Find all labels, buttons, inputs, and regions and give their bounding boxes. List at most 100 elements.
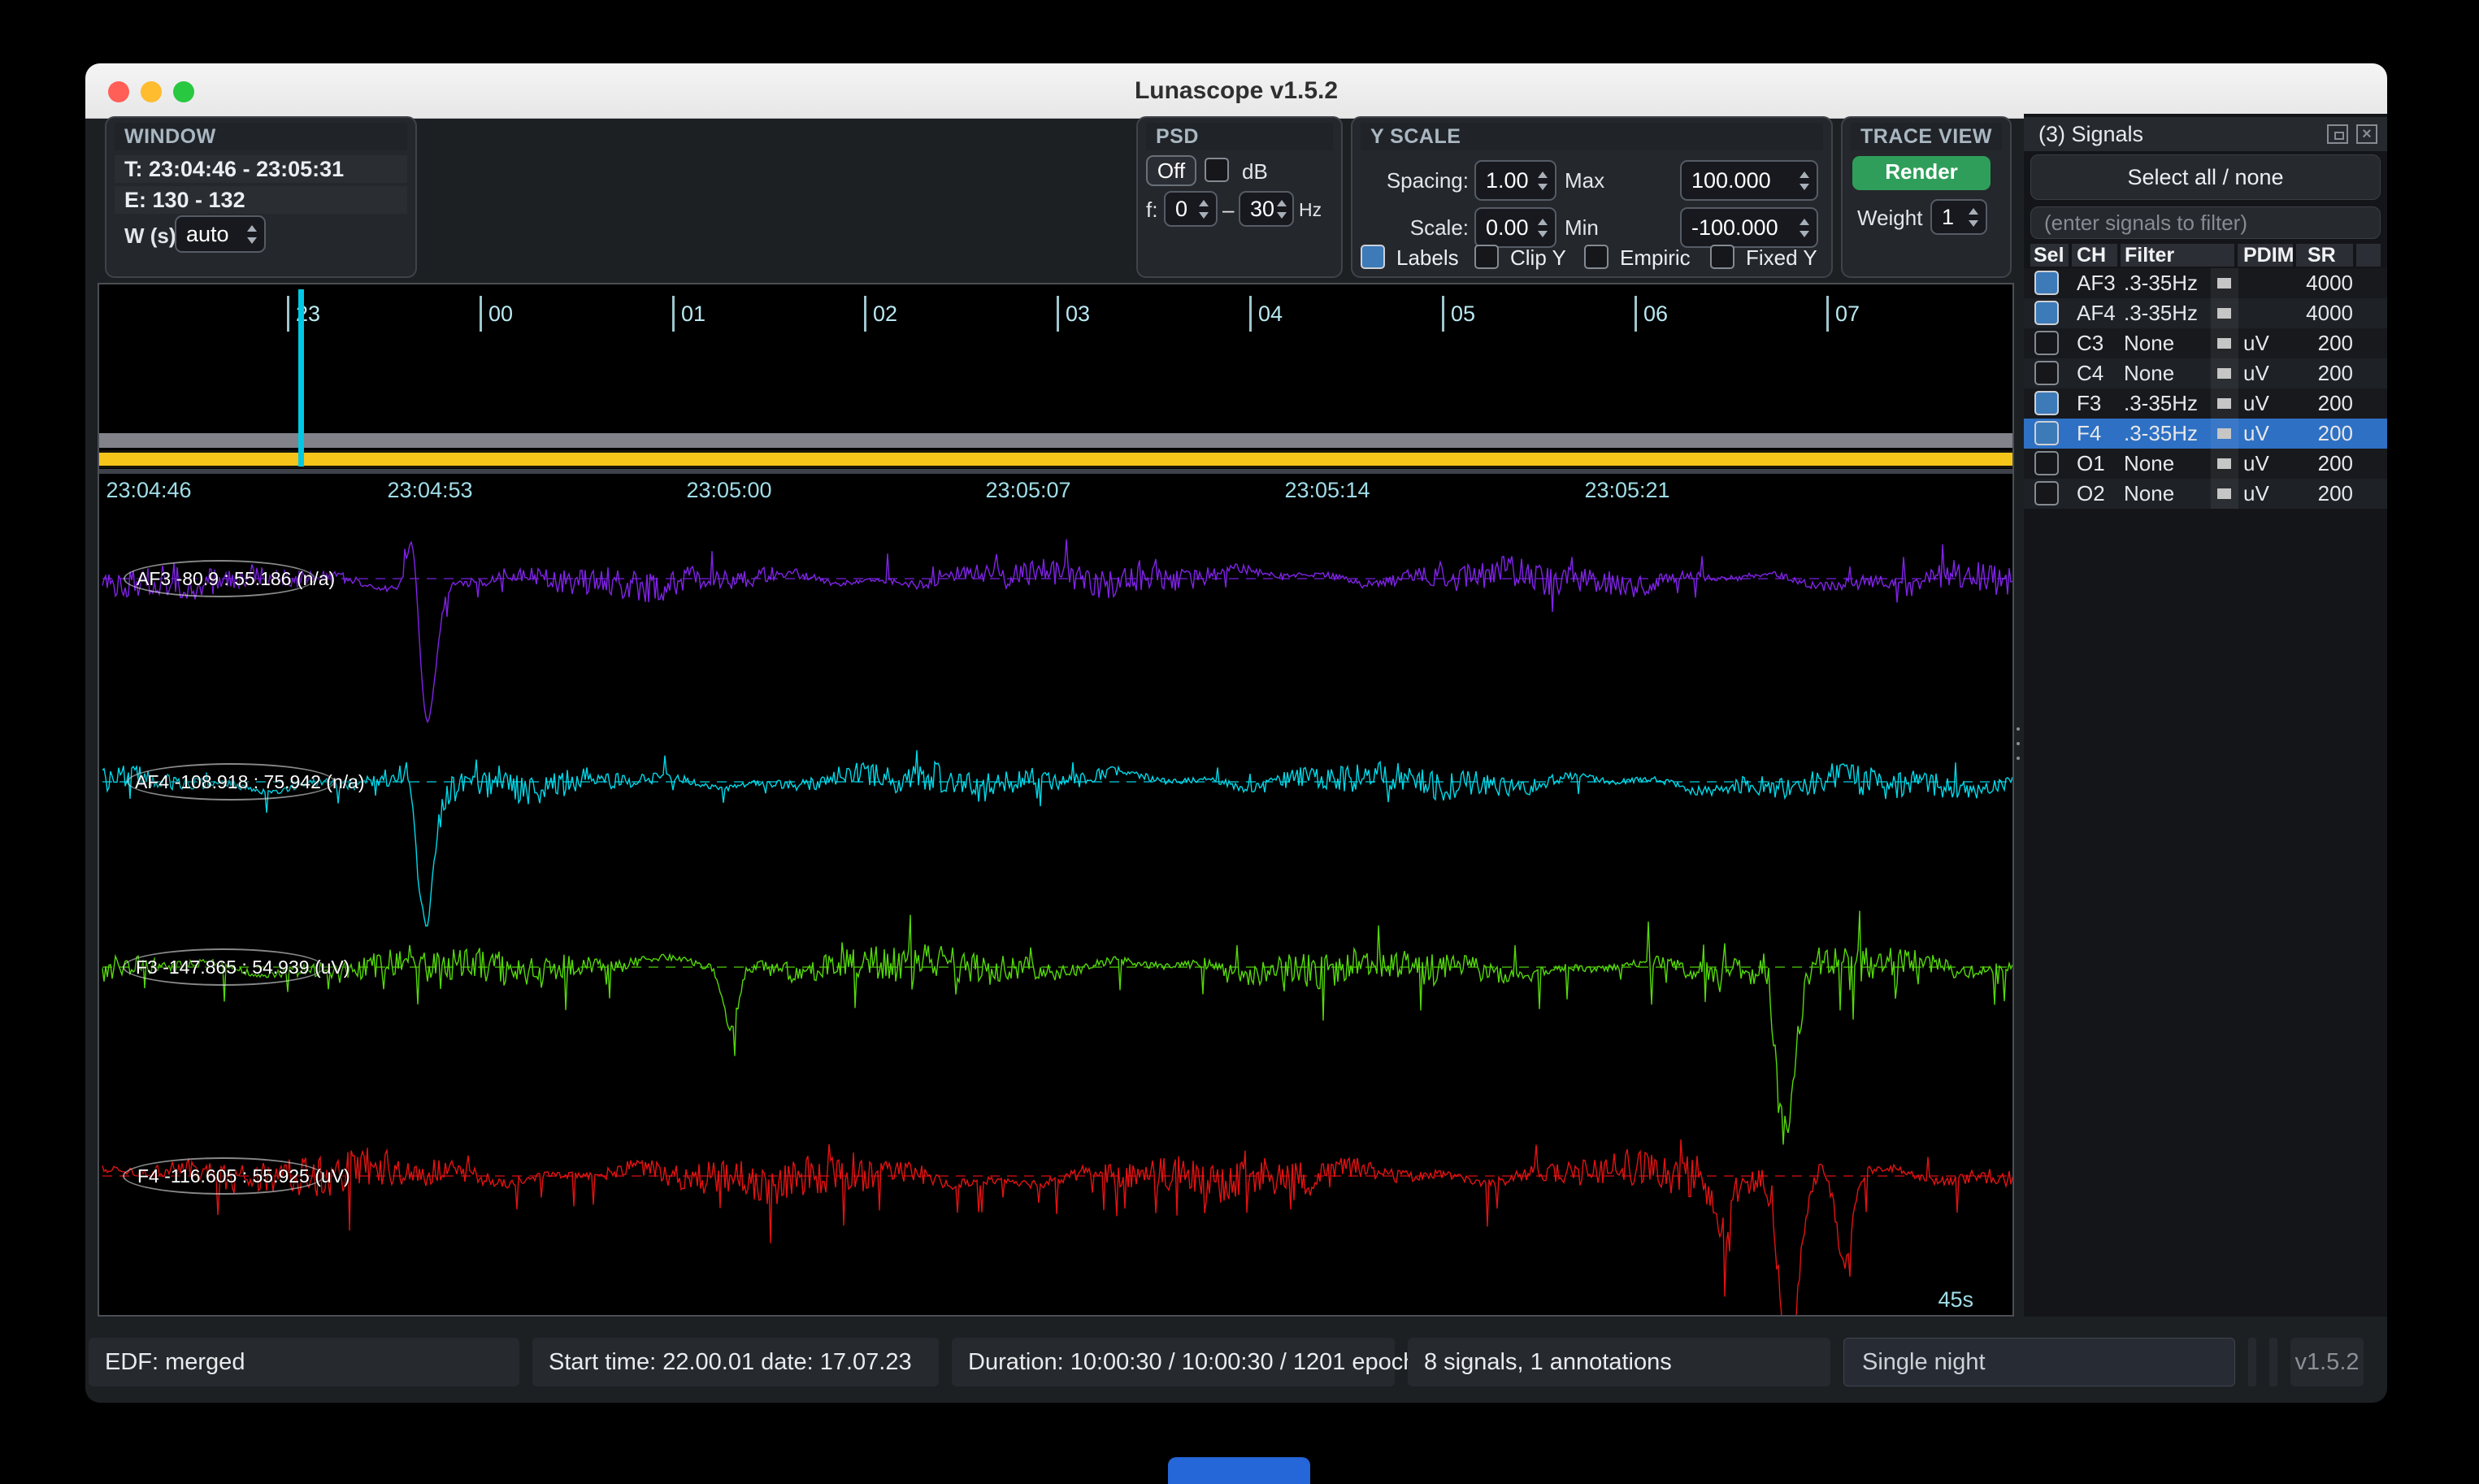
spin-up-icon[interactable] xyxy=(1277,199,1287,206)
window-seconds-spinner[interactable]: auto xyxy=(175,215,266,253)
signal-samplerate-cell: 200 xyxy=(2317,451,2353,475)
column-header-filter[interactable]: Filter xyxy=(2121,244,2234,267)
min-spinner[interactable]: -100.000 xyxy=(1680,207,1818,248)
signal-row[interactable]: AF4 .3-35Hz 4000 xyxy=(2024,298,2387,328)
swatch-column-band xyxy=(2211,298,2238,328)
max-spinner[interactable]: 100.000 xyxy=(1680,160,1818,201)
trace-label-text: AF4 -108.918 : 75.942 (n/a) xyxy=(135,771,365,792)
signal-trace-af4 xyxy=(102,750,2012,927)
psd-freq-label: f: xyxy=(1146,197,1158,222)
psd-off-button[interactable]: Off xyxy=(1146,155,1196,186)
signal-select-checkbox[interactable] xyxy=(2034,331,2059,355)
fixed-y-checkbox[interactable] xyxy=(1710,245,1734,269)
render-button[interactable]: Render xyxy=(1852,156,1991,190)
column-header-sel[interactable]: Sel xyxy=(2030,244,2069,267)
swatch-column-band xyxy=(2211,388,2238,419)
max-value: 100.000 xyxy=(1691,167,1771,193)
signal-select-checkbox[interactable] xyxy=(2034,271,2059,295)
signal-row[interactable]: O1 None uV 200 xyxy=(2024,449,2387,479)
signal-row[interactable]: C4 None uV 200 xyxy=(2024,358,2387,388)
trace-color-swatch xyxy=(2217,338,2231,349)
signal-select-checkbox[interactable] xyxy=(2034,421,2059,445)
spinner-buttons xyxy=(243,224,264,244)
spin-down-icon[interactable] xyxy=(1199,211,1209,219)
swatch-column-band xyxy=(2211,268,2238,298)
night-selector-dropdown[interactable]: Single night xyxy=(1843,1338,2235,1386)
spacing-spinner[interactable]: 1.00 xyxy=(1474,160,1556,201)
signal-select-checkbox[interactable] xyxy=(2034,361,2059,385)
splitter-handle[interactable] xyxy=(2015,727,2021,760)
spin-down-icon[interactable] xyxy=(247,236,257,244)
spin-down-icon[interactable] xyxy=(1538,230,1548,237)
spinner-buttons xyxy=(1795,218,1817,237)
psd-freq-min-value: 0 xyxy=(1175,196,1188,221)
spin-down-icon[interactable] xyxy=(1969,219,1978,227)
signals-filter-input[interactable] xyxy=(2030,206,2381,239)
yscale-panel-header: Y SCALE xyxy=(1361,123,1823,150)
signals-panel: (3) Signals × Select all / none Sel CH F… xyxy=(2024,114,2387,1317)
spin-up-icon[interactable] xyxy=(1538,218,1548,225)
spin-up-icon[interactable] xyxy=(1199,199,1209,206)
spin-up-icon[interactable] xyxy=(1800,218,1809,225)
signal-channel-cell: C3 xyxy=(2077,331,2104,355)
weight-value: 1 xyxy=(1942,204,1955,229)
labels-checkbox[interactable] xyxy=(1361,245,1385,269)
scale-spinner[interactable]: 0.00 xyxy=(1474,207,1556,248)
version-badge: v1.5.2 xyxy=(2290,1338,2364,1386)
column-header-pdim[interactable]: PDIM xyxy=(2238,244,2294,267)
signal-trace-f3 xyxy=(102,910,2012,1145)
spin-down-icon[interactable] xyxy=(1800,183,1809,190)
column-header-ch[interactable]: CH xyxy=(2072,244,2117,267)
psd-freq-max-spinner[interactable]: 30 xyxy=(1239,191,1294,227)
psd-freq-min-spinner[interactable]: 0 xyxy=(1164,191,1218,227)
float-panel-inner xyxy=(2334,132,2344,140)
spin-down-icon[interactable] xyxy=(1277,211,1287,219)
signal-filter-cell: None xyxy=(2124,361,2175,385)
signal-samplerate-cell: 200 xyxy=(2317,361,2353,385)
spin-up-icon[interactable] xyxy=(1969,207,1978,215)
checkbox-label: Labels xyxy=(1396,245,1459,270)
swatch-column-band xyxy=(2211,328,2238,358)
status-separator xyxy=(2248,1338,2256,1386)
signal-row[interactable]: O2 None uV 200 xyxy=(2024,479,2387,509)
signal-row[interactable]: F3 .3-35Hz uV 200 xyxy=(2024,388,2387,419)
signal-row[interactable]: F4 .3-35Hz uV 200 xyxy=(2024,419,2387,449)
signal-row[interactable]: AF3 .3-35Hz 4000 xyxy=(2024,268,2387,298)
window-epoch-range: E: 130 - 132 xyxy=(115,186,407,214)
trace-label-text: F3 -147.865 : 54.939 (uV) xyxy=(136,957,350,978)
checkbox-label: Fixed Y xyxy=(1746,245,1817,270)
float-panel-icon[interactable] xyxy=(2327,124,2348,144)
spin-down-icon[interactable] xyxy=(1800,230,1809,237)
signal-channel-cell: C4 xyxy=(2077,361,2104,385)
psd-db-checkbox[interactable] xyxy=(1205,158,1229,182)
status-text: 8 signals, 1 annotations xyxy=(1424,1348,1672,1375)
signal-samplerate-cell: 200 xyxy=(2317,421,2353,445)
signal-select-checkbox[interactable] xyxy=(2034,451,2059,475)
window-length-badge: 45s xyxy=(1938,1287,1973,1312)
weight-spinner[interactable]: 1 xyxy=(1930,199,1987,235)
swatch-column-band xyxy=(2211,479,2238,509)
signal-select-checkbox[interactable] xyxy=(2034,481,2059,506)
signal-channel-cell: AF3 xyxy=(2077,271,2116,295)
signal-filter-cell: .3-35Hz xyxy=(2124,421,2199,445)
signal-row[interactable]: C3 None uV 200 xyxy=(2024,328,2387,358)
signal-select-checkbox[interactable] xyxy=(2034,301,2059,325)
close-panel-icon[interactable]: × xyxy=(2356,124,2377,144)
status-text: Start time: 22.00.01 date: 17.07.23 xyxy=(549,1348,912,1375)
spin-down-icon[interactable] xyxy=(1538,183,1548,190)
column-header-sr[interactable]: SR xyxy=(2296,244,2353,267)
spin-up-icon[interactable] xyxy=(1800,171,1809,178)
trace-chart-area[interactable]: 23 00 01 02 03 04 05 06 07 23:04:46 23:04:53 23:05… xyxy=(98,283,2014,1317)
dock-icon[interactable] xyxy=(1168,1457,1310,1484)
window-panel: WINDOW T: 23:04:46 - 23:05:31 E: 130 - 1… xyxy=(105,116,417,278)
signal-filter-cell: None xyxy=(2124,331,2175,355)
clip-y-checkbox[interactable] xyxy=(1474,245,1499,269)
spinner-buttons xyxy=(1965,207,1986,227)
select-all-none-button[interactable]: Select all / none xyxy=(2030,154,2381,200)
trace-color-swatch xyxy=(2217,278,2231,289)
window-seconds-value: auto xyxy=(186,221,229,246)
spin-up-icon[interactable] xyxy=(1538,171,1548,178)
signal-select-checkbox[interactable] xyxy=(2034,391,2059,415)
spin-up-icon[interactable] xyxy=(247,224,257,232)
empiric-checkbox[interactable] xyxy=(1584,245,1609,269)
